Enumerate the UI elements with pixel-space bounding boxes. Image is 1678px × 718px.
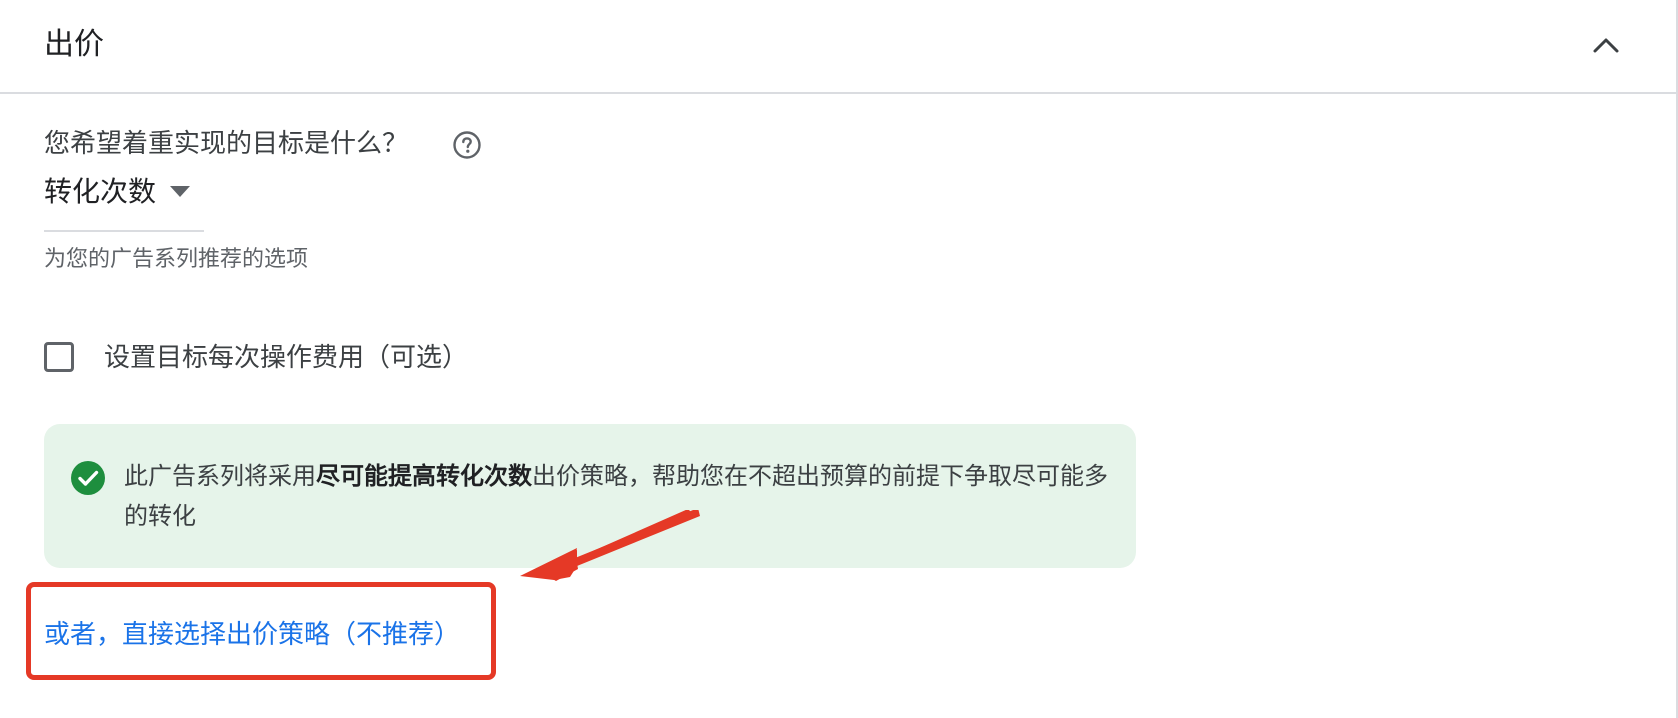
bidding-panel: 出价 您希望着重实现的目标是什么？ 转化次数 为您的广告系列推荐的选项 设置目标… bbox=[0, 0, 1678, 718]
help-circle-icon[interactable] bbox=[452, 130, 482, 160]
dropdown-arrow-icon bbox=[170, 186, 190, 197]
annotation-arrow-icon bbox=[520, 510, 700, 581]
chevron-up-icon bbox=[1593, 38, 1619, 53]
check-circle-icon bbox=[71, 461, 105, 495]
collapse-button[interactable] bbox=[1580, 22, 1632, 68]
target-cpa-checkbox[interactable] bbox=[44, 342, 74, 372]
recommendation-hint: 为您的广告系列推荐的选项 bbox=[44, 247, 309, 272]
section-title: 出价 bbox=[44, 27, 104, 62]
notice-text-before: 此广告系列将采用 bbox=[124, 462, 316, 490]
section-header[interactable]: 出价 bbox=[0, 0, 1676, 94]
choose-strategy-link[interactable]: 或者，直接选择出价策略（不推荐） bbox=[44, 616, 460, 654]
target-cpa-label: 设置目标每次操作费用（可选） bbox=[104, 343, 469, 373]
goal-select[interactable]: 转化次数 bbox=[44, 170, 204, 232]
goal-select-value: 转化次数 bbox=[44, 175, 157, 208]
notice-strategy-name: 尽可能提高转化次数 bbox=[316, 462, 532, 490]
goal-question: 您希望着重实现的目标是什么？ bbox=[44, 129, 409, 159]
